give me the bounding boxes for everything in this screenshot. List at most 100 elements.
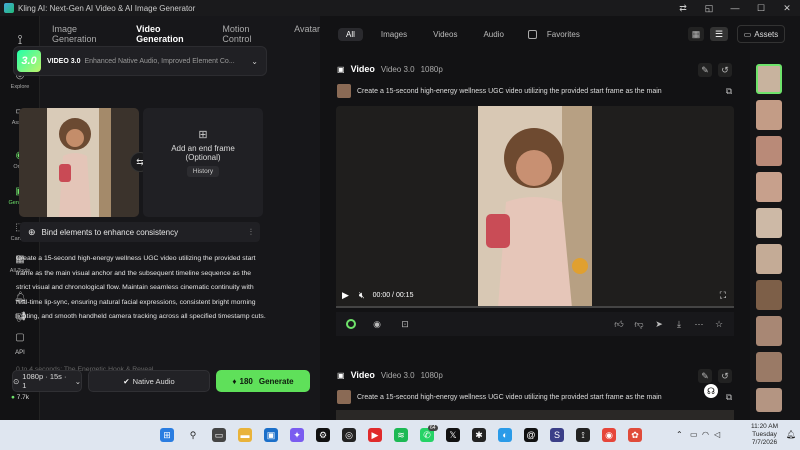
chrome-icon[interactable]: ◉ bbox=[602, 428, 616, 442]
grid-view-icon[interactable]: ▦ bbox=[688, 27, 704, 41]
search-icon[interactable]: ⚲ bbox=[186, 428, 200, 442]
play-icon[interactable]: ▶ bbox=[342, 290, 349, 301]
perplexity-icon[interactable]: ✱ bbox=[472, 428, 486, 442]
star-icon[interactable]: ☆ bbox=[712, 317, 726, 331]
thumbs-down-icon[interactable]: 👎︎ bbox=[632, 317, 646, 331]
output-options-label: 1080p · 15s · 1 bbox=[22, 372, 67, 390]
gemini-icon[interactable]: ✦ bbox=[290, 428, 304, 442]
app-icon[interactable]: S bbox=[550, 428, 564, 442]
card-prompt[interactable]: Create a 15-second high-energy wellness … bbox=[337, 84, 662, 98]
maximize-button[interactable]: ☐ bbox=[748, 0, 774, 16]
history-thumbnail[interactable] bbox=[756, 352, 782, 382]
fullscreen-icon[interactable]: ⛶ bbox=[720, 290, 726, 301]
prompt-text[interactable]: Create a 15-second high-energy wellness … bbox=[16, 252, 266, 325]
extend-icon[interactable]: ⊡ bbox=[398, 317, 412, 331]
mute-icon[interactable]: 🔇︎ bbox=[359, 290, 365, 301]
video-frame-image bbox=[336, 106, 734, 308]
model-selector[interactable]: 3.0 VIDEO 3.0 Enhanced Native Audio, Imp… bbox=[13, 46, 267, 76]
minimize-button[interactable]: — bbox=[722, 0, 748, 16]
threads-icon[interactable]: @ bbox=[524, 428, 538, 442]
tab-avatar[interactable]: Avatar bbox=[294, 24, 320, 44]
chatgpt-icon[interactable]: ⚙ bbox=[316, 428, 330, 442]
credits-badge[interactable]: ● 7.7k bbox=[0, 394, 40, 401]
end-frame-dropzone[interactable]: ⊞ Add an end frame (Optional) History bbox=[143, 108, 263, 217]
close-button[interactable]: ✕ bbox=[774, 0, 800, 16]
history-thumbnail[interactable] bbox=[756, 244, 782, 274]
kling-logo-icon: ⟟ bbox=[17, 32, 23, 47]
video-progress-track[interactable] bbox=[336, 306, 734, 308]
output-options-button[interactable]: ⊙ 1080p · 15s · 1 ⌄ bbox=[12, 370, 82, 392]
filter-all[interactable]: All bbox=[338, 27, 363, 41]
clock[interactable]: 11:20 AM Tuesday 7/7/2026 bbox=[751, 423, 778, 447]
tab-motion-control[interactable]: Motion Control bbox=[222, 24, 276, 44]
store-icon[interactable]: ▣ bbox=[264, 428, 278, 442]
thumbs-up-icon[interactable]: 👍︎ bbox=[612, 317, 626, 331]
filter-images[interactable]: Images bbox=[373, 28, 415, 41]
filter-videos[interactable]: Videos bbox=[425, 28, 465, 41]
chat-icon: ▢ bbox=[15, 332, 25, 343]
generation-controls: ⊙ 1080p · 15s · 1 ⌄ ✔ Native Audio ♦ 180… bbox=[12, 370, 310, 394]
bind-elements-row[interactable]: ⊕ Bind elements to enhance consistency ⫶ bbox=[20, 222, 260, 242]
tab-video-generation[interactable]: Video Generation bbox=[136, 24, 204, 44]
spotify-icon[interactable]: ≋ bbox=[394, 428, 408, 442]
wifi-icon[interactable]: ◠ bbox=[702, 430, 709, 439]
regenerate-icon[interactable]: ↺ bbox=[718, 369, 732, 383]
credits-icon: ● bbox=[10, 394, 15, 401]
history-thumbnail[interactable] bbox=[756, 316, 782, 346]
file-explorer-icon[interactable]: ▬ bbox=[238, 428, 252, 442]
start-frame[interactable] bbox=[19, 108, 139, 217]
support-headset-icon[interactable]: ☊ bbox=[704, 384, 718, 398]
card-prompt[interactable]: Create a 15-second high-energy wellness … bbox=[337, 390, 662, 404]
windows-start-icon[interactable]: ⊞ bbox=[160, 428, 174, 442]
translate-icon[interactable]: ⇄ bbox=[670, 0, 696, 16]
youtube-icon[interactable]: ▶ bbox=[368, 428, 382, 442]
generate-button[interactable]: ♦ 180 Generate bbox=[216, 370, 310, 392]
video-player[interactable] bbox=[336, 106, 734, 308]
app-icon[interactable]: ◎ bbox=[342, 428, 356, 442]
folder-icon: ▭ bbox=[743, 29, 752, 39]
notifications-icon[interactable]: 🔔︎ bbox=[786, 430, 796, 439]
edit-icon[interactable]: ✎ bbox=[698, 63, 712, 77]
favorites-checkbox[interactable] bbox=[527, 29, 537, 39]
copy-icon[interactable]: ⧉ bbox=[722, 84, 736, 98]
copy-icon[interactable]: ⧉ bbox=[722, 390, 736, 404]
history-button[interactable]: History bbox=[186, 166, 220, 177]
native-audio-toggle[interactable]: ✔ Native Audio bbox=[88, 370, 210, 392]
generation-tabs: Image Generation Video Generation Motion… bbox=[52, 24, 320, 44]
edit-icon[interactable]: ✎ bbox=[698, 369, 712, 383]
video-time: 00:00 / 00:15 bbox=[372, 291, 414, 299]
card-type: Video bbox=[350, 370, 375, 380]
video-icon: ▣ bbox=[337, 64, 345, 74]
battery-icon[interactable]: ▭ bbox=[690, 430, 698, 439]
x-icon[interactable]: 𝕏 bbox=[446, 428, 460, 442]
volume-icon[interactable]: ◁ bbox=[714, 430, 720, 439]
kling-taskbar-icon[interactable]: ⟟ bbox=[576, 428, 590, 442]
history-thumbnail[interactable] bbox=[756, 172, 782, 202]
history-thumbnail[interactable] bbox=[756, 280, 782, 310]
assets-button[interactable]: ▭ Assets bbox=[737, 25, 785, 43]
history-thumbnail[interactable] bbox=[756, 208, 782, 238]
history-thumbnail[interactable] bbox=[756, 100, 782, 130]
extensions-icon[interactable]: ◱ bbox=[696, 0, 722, 16]
sliders-icon[interactable]: ⫶ bbox=[250, 227, 252, 238]
nav-messages[interactable]: ▢ bbox=[0, 332, 40, 346]
more-icon[interactable]: ⋯ bbox=[692, 317, 706, 331]
history-thumbnail[interactable] bbox=[756, 64, 782, 94]
history-thumbnail[interactable] bbox=[756, 136, 782, 166]
regenerate-icon[interactable]: ↺ bbox=[718, 63, 732, 77]
history-thumbnail[interactable] bbox=[756, 388, 782, 412]
kling-logo-icon bbox=[4, 3, 14, 13]
app-icon[interactable]: ✿ bbox=[628, 428, 642, 442]
edge-icon[interactable]: ◐ bbox=[498, 428, 512, 442]
start-frame-image bbox=[19, 108, 139, 217]
share-icon[interactable]: ➤ bbox=[652, 317, 666, 331]
eye-icon[interactable]: ◉ bbox=[370, 317, 384, 331]
list-view-icon[interactable]: ☰ bbox=[710, 27, 728, 41]
filter-audio[interactable]: Audio bbox=[475, 28, 511, 41]
omni-icon[interactable] bbox=[346, 319, 356, 329]
tab-image-generation[interactable]: Image Generation bbox=[52, 24, 118, 44]
task-view-icon[interactable]: ▭ bbox=[212, 428, 226, 442]
download-icon[interactable]: ⤓ bbox=[672, 317, 686, 331]
tray-chevron-icon[interactable]: ⌃ bbox=[676, 430, 683, 439]
nav-api[interactable]: API bbox=[0, 350, 40, 356]
